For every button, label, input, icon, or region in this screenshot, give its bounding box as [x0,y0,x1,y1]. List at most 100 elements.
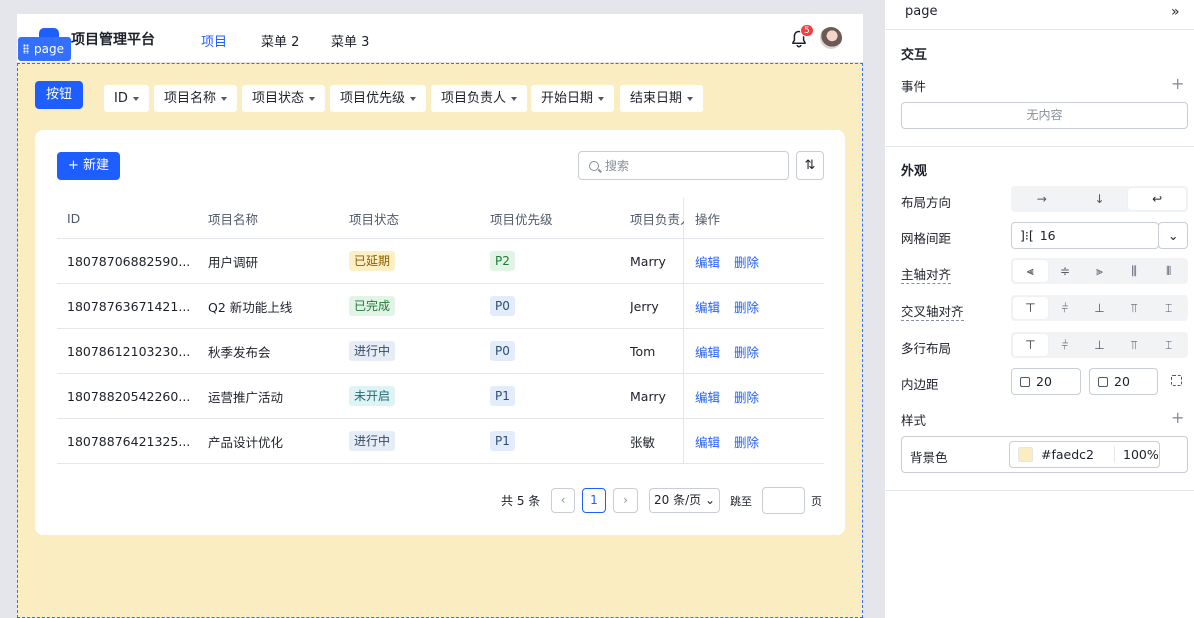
divider [885,146,1194,147]
align-end-icon[interactable]: ⫸ [1082,260,1117,282]
column-header-owner[interactable]: 项目负责人 [630,209,684,228]
caret-down-icon [687,96,694,101]
delete-link[interactable]: 删除 [734,300,759,315]
grid-gap-value: 16 [1039,228,1056,243]
priority-badge: P0 [490,296,515,316]
edit-link[interactable]: 编辑 [695,255,720,270]
jump-page-input[interactable] [762,487,805,514]
drag-handle-icon[interactable] [23,44,29,54]
cell-name: 用户调研 [208,254,259,270]
priority-badge: P1 [490,386,515,406]
padding-vertical-icon [1098,376,1108,387]
delete-link[interactable]: 删除 [734,345,759,360]
background-color-input[interactable]: #faedc2 100% [1009,441,1160,468]
padding-horizontal-input[interactable]: 20 [1011,368,1081,395]
background-opacity-value: 100% [1123,447,1159,462]
align-space-around-icon[interactable]: ⫼ [1117,260,1152,282]
caret-down-icon [511,96,518,101]
table-header: ID 项目名称 项目状态 项目优先级 项目负责人 操作 [57,198,824,239]
filter-label: 项目状态 [252,91,305,106]
cross-axis-align-toggle: ⊤ ⫩ ⊥ ⫪ ⌶ [1011,295,1188,321]
edit-link[interactable]: 编辑 [695,390,720,405]
prev-page-icon[interactable]: ‹ [551,488,575,513]
delete-link[interactable]: 删除 [734,435,759,450]
column-header-actions: 操作 [695,211,721,227]
column-header-priority[interactable]: 项目优先级 [490,209,553,228]
add-event-icon[interactable]: + [1171,76,1184,92]
filter-start-date[interactable]: 开始日期 [531,85,615,112]
align-start-icon[interactable]: ⫷ [1013,260,1048,282]
divider [885,490,1194,491]
edit-link[interactable]: 编辑 [695,435,720,450]
panel-title: page [905,4,938,19]
nav-item-menu-2[interactable]: 菜单 2 [261,31,299,50]
cell-name: Q2 新功能上线 [208,299,293,315]
filter-end-date[interactable]: 结束日期 [620,85,704,112]
direction-vertical-icon[interactable]: ↓ [1071,188,1129,210]
cross-stretch-icon[interactable]: ⌶ [1151,297,1186,319]
filter-id[interactable]: ID [104,85,149,112]
caret-down-icon [132,96,139,101]
filter-project-owner[interactable]: 项目负责人 [431,85,528,112]
collapse-panel-icon[interactable]: » [1171,4,1180,20]
appearance-heading: 外观 [901,164,928,179]
priority-badge: P2 [490,251,515,271]
chevron-down-icon: ⌄ [1168,228,1179,243]
align-space-between-icon[interactable]: ⫴ [1151,260,1186,282]
nav-item-projects[interactable]: 项目 [201,31,227,50]
selection-tag[interactable]: page [18,37,71,61]
cross-center-icon[interactable]: ⫩ [1048,297,1083,319]
cross-baseline-icon[interactable]: ⫪ [1117,297,1152,319]
primary-button[interactable]: 按钮 [35,81,83,109]
sort-icon[interactable]: ⇅ [796,151,824,180]
filter-project-status[interactable]: 项目状态 [242,85,326,112]
lines-start-icon[interactable]: ⊤ [1013,334,1048,356]
search-input[interactable]: 搜索 [578,151,789,180]
next-page-icon[interactable]: › [613,488,638,513]
nav-item-menu-3[interactable]: 菜单 3 [331,31,369,50]
priority-badge: P0 [490,341,515,361]
direction-horizontal-icon[interactable]: → [1013,188,1071,210]
cross-end-icon[interactable]: ⊥ [1082,297,1117,319]
page-1-button[interactable]: 1 [582,488,606,513]
direction-wrap-icon[interactable]: ↩ [1128,188,1187,210]
grid-gap-input[interactable]: ]⁝[ 16 [1011,222,1159,249]
table-row: 18078820542260... 运营推广活动 未开启 P1 Marry 编辑… [57,374,824,419]
delete-link[interactable]: 删除 [734,255,759,270]
align-center-icon[interactable]: ≑ [1048,260,1083,282]
table-row: 18078612103230... 秋季发布会 进行中 P0 Tom 编辑 删除 [57,329,824,374]
cell-owner: Marry [630,388,666,404]
edit-link[interactable]: 编辑 [695,345,720,360]
padding-expand-icon[interactable] [1171,375,1182,386]
cross-axis-align-label: 交叉轴对齐 [901,301,964,321]
lines-end-icon[interactable]: ⊥ [1082,334,1117,356]
lines-between-icon[interactable]: ⌶ [1151,334,1186,356]
padding-horizontal-value: 20 [1036,374,1052,389]
padding-vertical-input[interactable]: 20 [1089,368,1158,395]
lines-around-icon[interactable]: ⫪ [1117,334,1152,356]
main-axis-align-label: 主轴对齐 [901,264,952,284]
column-header-name[interactable]: 项目名称 [208,209,336,228]
edit-link[interactable]: 编辑 [695,300,720,315]
delete-link[interactable]: 删除 [734,390,759,405]
grid-gap-dropdown[interactable]: ⌄ [1158,222,1188,249]
cell-name: 秋季发布会 [208,344,271,360]
caret-down-icon [598,96,605,101]
column-header-status[interactable]: 项目状态 [349,209,399,228]
filter-project-priority[interactable]: 项目优先级 [330,85,427,112]
lines-center-icon[interactable]: ⫩ [1048,334,1083,356]
new-button[interactable]: + 新建 [57,152,120,180]
padding-vertical-value: 20 [1114,374,1130,389]
color-swatch[interactable] [1018,447,1033,462]
cross-start-icon[interactable]: ⊤ [1013,297,1048,319]
cell-owner: 张敏 [630,434,656,450]
background-style-row: 背景色 #faedc2 100% [901,436,1188,473]
filter-project-name[interactable]: 项目名称 [154,85,238,112]
column-header-id[interactable]: ID [67,211,195,226]
selection-tag-label: page [34,42,64,56]
add-style-icon[interactable]: + [1171,410,1184,426]
caret-down-icon [221,96,228,101]
avatar[interactable] [820,27,842,49]
status-badge: 已延期 [349,251,396,271]
page-size-select[interactable]: 20 条/页 ⌄ [649,488,720,513]
